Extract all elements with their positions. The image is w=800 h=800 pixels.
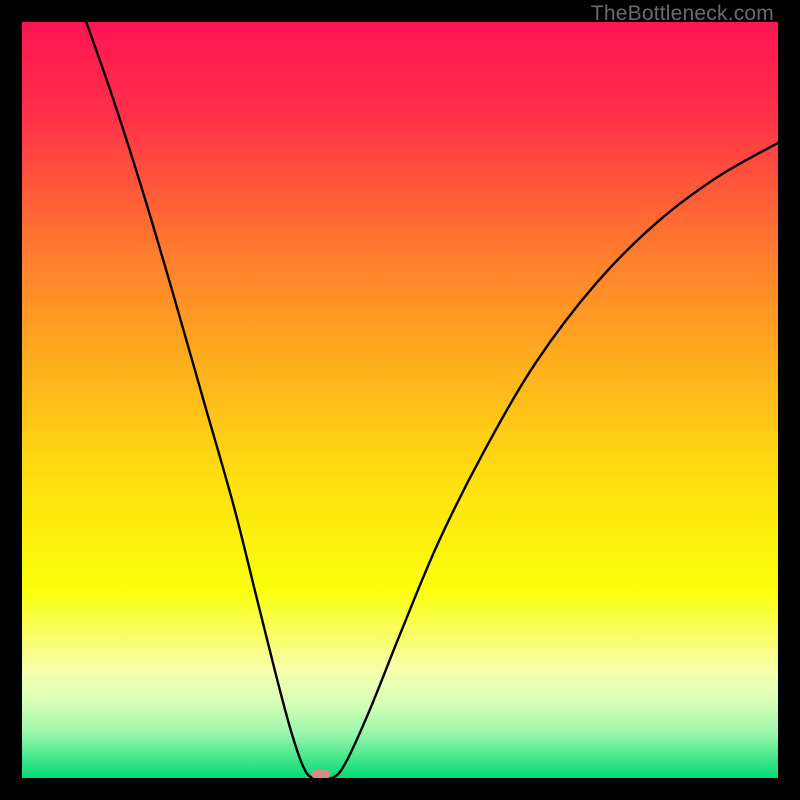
bottleneck-chart	[22, 22, 778, 778]
optimum-marker	[312, 769, 330, 778]
gradient-background	[22, 22, 778, 778]
chart-frame	[22, 22, 778, 778]
